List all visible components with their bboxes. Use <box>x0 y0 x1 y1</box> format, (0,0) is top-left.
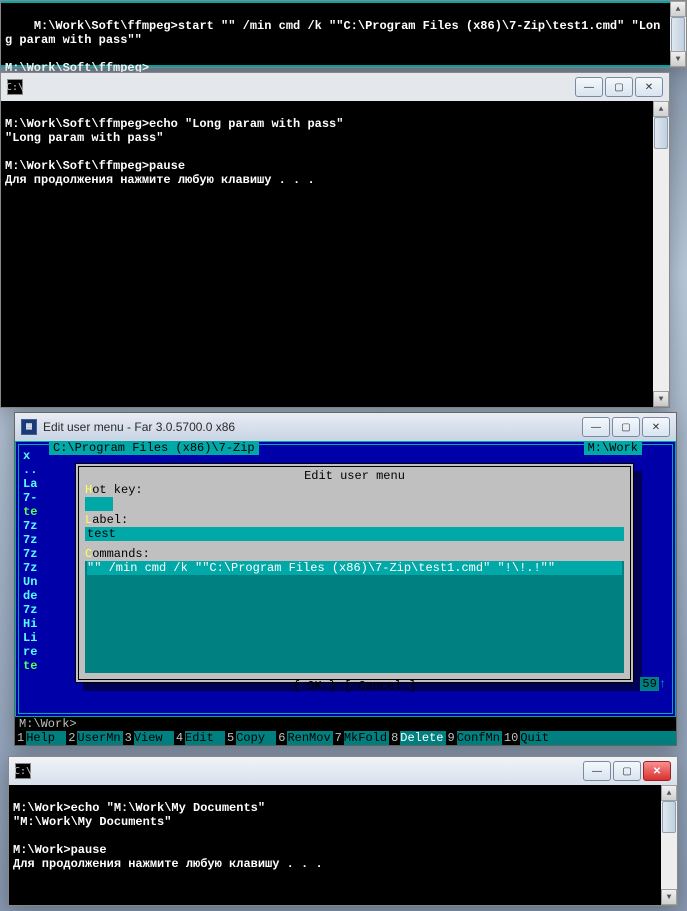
console-window-4: C:\ — ▢ ✕ M:\Work>echo "M:\Work\My Docum… <box>8 756 678 906</box>
hotkey-label: Hot key: <box>85 483 624 497</box>
titlebar-far[interactable]: ▦ Edit user menu - Far 3.0.5700.0 x86 — … <box>15 413 676 441</box>
minimize-button[interactable]: — <box>583 761 611 781</box>
far-prompt[interactable]: M:\Work> <box>19 717 672 731</box>
panel-path-right[interactable]: M:\Work <box>584 441 642 455</box>
list-item[interactable]: 7z <box>23 533 45 547</box>
dialog-buttons: { OK } [ Cancel ] <box>85 679 624 693</box>
list-item[interactable]: x <box>23 449 45 463</box>
keybar-item-view[interactable]: 3View <box>123 731 174 745</box>
hotkey-input[interactable] <box>85 497 113 511</box>
list-item[interactable]: te <box>23 659 45 673</box>
keybar-item-copy[interactable]: 5Copy <box>225 731 276 745</box>
keybar-item-help[interactable]: 1Help <box>15 731 66 745</box>
panel-left-column: x..La7-te7z7z7z7zUnde7zHiLirete <box>23 449 45 709</box>
titlebar-2[interactable]: C:\ — ▢ ✕ <box>1 73 669 101</box>
scroll-thumb[interactable] <box>662 801 676 833</box>
ok-button[interactable]: { OK } <box>293 679 336 693</box>
scroll-up-icon[interactable]: ▲ <box>653 101 669 117</box>
console-window-2: C:\ — ▢ ✕ M:\Work\Soft\ffmpeg>echo "Long… <box>0 72 670 408</box>
list-item[interactable]: Li <box>23 631 45 645</box>
far-body: C:\Program Files (x86)\7-Zip M:\Work x..… <box>15 441 676 717</box>
window-title-far: Edit user menu - Far 3.0.5700.0 x86 <box>43 420 580 434</box>
list-item[interactable]: 7z <box>23 603 45 617</box>
list-item[interactable]: de <box>23 589 45 603</box>
minimize-button[interactable]: — <box>582 417 610 437</box>
console-output-2: M:\Work\Soft\ffmpeg>echo "Long param wit… <box>1 101 653 407</box>
scroll-down-icon[interactable]: ▼ <box>661 889 677 905</box>
far-keybar: 1Help2UserMn3View4Edit5Copy6RenMov7MkFol… <box>15 731 676 745</box>
keybar-item-confmn[interactable]: 9ConfMn <box>446 731 502 745</box>
scroll-down-icon[interactable]: ▼ <box>653 391 669 407</box>
far-area: C:\Program Files (x86)\7-Zip M:\Work x..… <box>15 441 676 745</box>
console-output-1: M:\Work\Soft\ffmpeg>start "" /min cmd /k… <box>1 1 670 67</box>
maximize-button[interactable]: ▢ <box>613 761 641 781</box>
scrollbar-4[interactable]: ▲ ▼ <box>661 785 677 905</box>
scroll-up-icon[interactable]: ▲ <box>670 1 686 17</box>
scroll-up-icon[interactable]: ▲ <box>661 785 677 801</box>
keybar-item-edit[interactable]: 4Edit <box>174 731 225 745</box>
list-item[interactable]: re <box>23 645 45 659</box>
cancel-button[interactable]: [ Cancel ] <box>344 679 416 693</box>
cmd-icon: C:\ <box>15 763 31 779</box>
far-icon: ▦ <box>21 419 37 435</box>
keybar-item-mkfold[interactable]: 7MkFold <box>333 731 389 745</box>
minimize-button[interactable]: — <box>575 77 603 97</box>
far-status-right: 59↑ <box>640 677 666 691</box>
panel-path-left[interactable]: C:\Program Files (x86)\7-Zip <box>49 441 259 455</box>
commands-label: Commands: <box>85 547 624 561</box>
scroll-down-icon[interactable]: ▼ <box>670 51 686 67</box>
edit-user-menu-dialog: Edit user menu Hot key: Label: test Comm… <box>75 463 634 683</box>
commands-input[interactable]: "" /min cmd /k ""C:\Program Files (x86)\… <box>85 561 624 673</box>
label-label: Label: <box>85 513 624 527</box>
list-item[interactable]: te <box>23 505 45 519</box>
close-button[interactable]: ✕ <box>635 77 663 97</box>
label-input[interactable]: test <box>85 527 624 541</box>
keybar-item-renmov[interactable]: 6RenMov <box>276 731 332 745</box>
keybar-item-quit[interactable]: 10Quit <box>502 731 560 745</box>
console-window-1: M:\Work\Soft\ffmpeg>start "" /min cmd /k… <box>0 0 687 68</box>
scrollbar-1[interactable]: ▲ ▼ <box>670 1 686 67</box>
list-item[interactable]: Un <box>23 575 45 589</box>
list-item[interactable]: 7z <box>23 561 45 575</box>
list-item[interactable]: 7z <box>23 519 45 533</box>
cmd-icon: C:\ <box>7 79 23 95</box>
list-item[interactable]: La <box>23 477 45 491</box>
list-item[interactable]: .. <box>23 463 45 477</box>
list-item[interactable]: 7- <box>23 491 45 505</box>
console-output-4: M:\Work>echo "M:\Work\My Documents" "M:\… <box>9 785 661 905</box>
keybar-item-delete[interactable]: 8Delete <box>389 731 445 745</box>
list-item[interactable]: Hi <box>23 617 45 631</box>
keybar-item-usermn[interactable]: 2UserMn <box>66 731 122 745</box>
list-item[interactable]: 7z <box>23 547 45 561</box>
maximize-button[interactable]: ▢ <box>612 417 640 437</box>
titlebar-4[interactable]: C:\ — ▢ ✕ <box>9 757 677 785</box>
close-button[interactable]: ✕ <box>642 417 670 437</box>
far-window: ▦ Edit user menu - Far 3.0.5700.0 x86 — … <box>14 412 677 746</box>
scroll-thumb[interactable] <box>654 117 668 149</box>
dialog-title: Edit user menu <box>85 469 624 483</box>
close-button[interactable]: ✕ <box>643 761 671 781</box>
maximize-button[interactable]: ▢ <box>605 77 633 97</box>
scrollbar-2[interactable]: ▲ ▼ <box>653 101 669 407</box>
